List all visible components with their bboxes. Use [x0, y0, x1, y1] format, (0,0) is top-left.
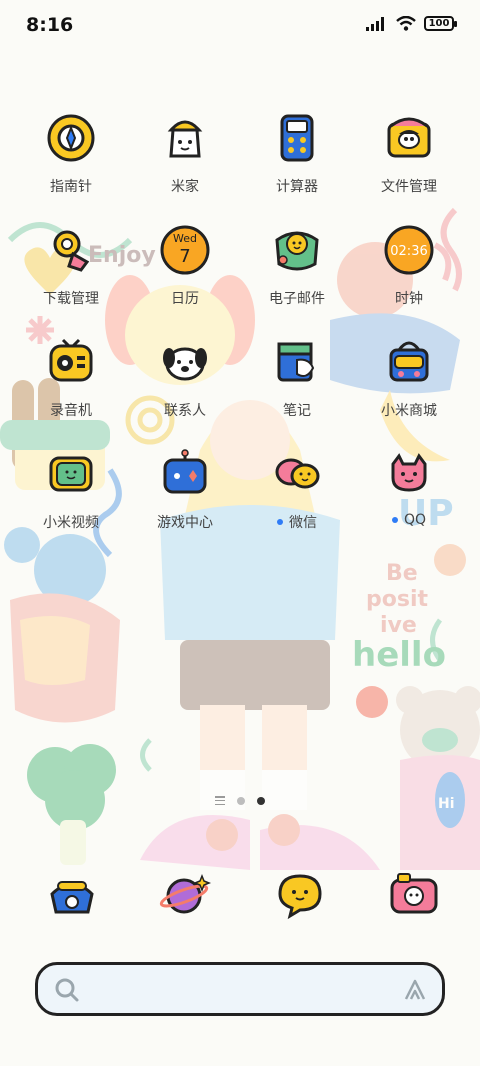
app-label: 小米商城	[381, 403, 437, 419]
contacts-icon	[163, 347, 207, 381]
app-calculator[interactable]: 计算器	[241, 110, 353, 196]
svg-text:posit: posit	[366, 587, 428, 612]
app-file-manager[interactable]: 文件管理	[353, 110, 465, 196]
phone-icon	[50, 881, 94, 914]
svg-text:ive: ive	[380, 613, 417, 638]
page-dot	[237, 796, 245, 805]
app-label: 录音机	[50, 403, 92, 419]
app-label: 笔记	[283, 403, 311, 419]
app-mi-store[interactable]: 小米商城	[353, 334, 465, 420]
recorder-icon	[49, 338, 93, 382]
email-icon	[275, 231, 319, 271]
downloads-icon	[53, 230, 90, 272]
app-label: 日历	[171, 291, 199, 307]
svg-text:02:36: 02:36	[390, 244, 427, 259]
app-compass[interactable]: 指南针	[15, 110, 127, 196]
search-icon	[55, 978, 79, 1002]
svg-text:hello: hello	[352, 635, 446, 675]
mijia-icon	[167, 120, 203, 158]
app-email[interactable]: 电子邮件	[241, 222, 353, 308]
app-wechat[interactable]: 微信	[241, 446, 353, 532]
dock-browser[interactable]	[156, 864, 216, 924]
game-center-icon	[163, 449, 207, 494]
wifi-icon	[396, 16, 416, 31]
dock-messages[interactable]	[270, 864, 330, 924]
browser-icon	[159, 873, 212, 914]
mi-store-icon	[389, 341, 429, 382]
svg-text:7: 7	[179, 246, 190, 267]
clock-icon: 02:36	[384, 225, 434, 275]
signal-icon	[366, 16, 384, 31]
mi-video-icon	[49, 456, 93, 492]
page-menu-icon	[215, 796, 225, 805]
page-dot-active	[257, 796, 265, 805]
wechat-icon	[275, 458, 320, 489]
app-label: 联系人	[164, 403, 206, 419]
app-label: 计算器	[276, 179, 318, 195]
status-bar: 8:16 100	[0, 0, 480, 50]
dock-phone[interactable]	[42, 864, 102, 924]
battery-icon: 100	[424, 16, 457, 31]
status-icons: 100	[366, 16, 457, 31]
notes-icon	[277, 342, 315, 382]
app-clock[interactable]: 02:36 时钟	[353, 222, 465, 308]
app-contacts[interactable]: 联系人	[129, 334, 241, 420]
camera-icon	[390, 873, 438, 914]
app-qq[interactable]: QQ	[353, 446, 465, 528]
app-label: QQ	[391, 512, 426, 528]
app-label: 游戏中心	[157, 515, 213, 531]
app-label: 电子邮件	[269, 291, 325, 307]
svg-text:Be: Be	[386, 561, 418, 586]
page-indicator[interactable]	[0, 796, 480, 805]
app-downloads[interactable]: 下载管理	[15, 222, 127, 308]
app-mijia[interactable]: 米家	[129, 110, 241, 196]
svg-text:Wed: Wed	[173, 232, 197, 245]
file-manager-icon	[387, 117, 431, 158]
calculator-icon	[280, 114, 314, 162]
app-label: 指南针	[50, 179, 92, 195]
calendar-icon: Wed 7	[160, 225, 210, 275]
assistant-icon[interactable]	[402, 977, 428, 1003]
app-calendar[interactable]: Wed 7 日历	[129, 222, 241, 308]
qq-icon	[391, 453, 427, 492]
app-label: 米家	[171, 179, 199, 195]
status-time: 8:16	[26, 14, 74, 36]
app-notes[interactable]: 笔记	[241, 334, 353, 420]
messages-icon	[278, 874, 322, 920]
new-indicator-dot	[391, 517, 398, 523]
dock-camera[interactable]	[384, 864, 444, 924]
app-label: 微信	[277, 512, 317, 532]
app-game-center[interactable]: 游戏中心	[129, 446, 241, 532]
app-label: 时钟	[395, 291, 423, 307]
new-indicator-dot	[277, 519, 283, 525]
compass-icon	[47, 114, 95, 162]
app-label: 小米视频	[43, 515, 99, 531]
app-label: 文件管理	[381, 179, 437, 195]
app-label: 下载管理	[43, 291, 99, 307]
app-mi-video[interactable]: 小米视频	[15, 446, 127, 532]
search-bar[interactable]	[35, 962, 445, 1016]
app-recorder[interactable]: 录音机	[15, 334, 127, 420]
